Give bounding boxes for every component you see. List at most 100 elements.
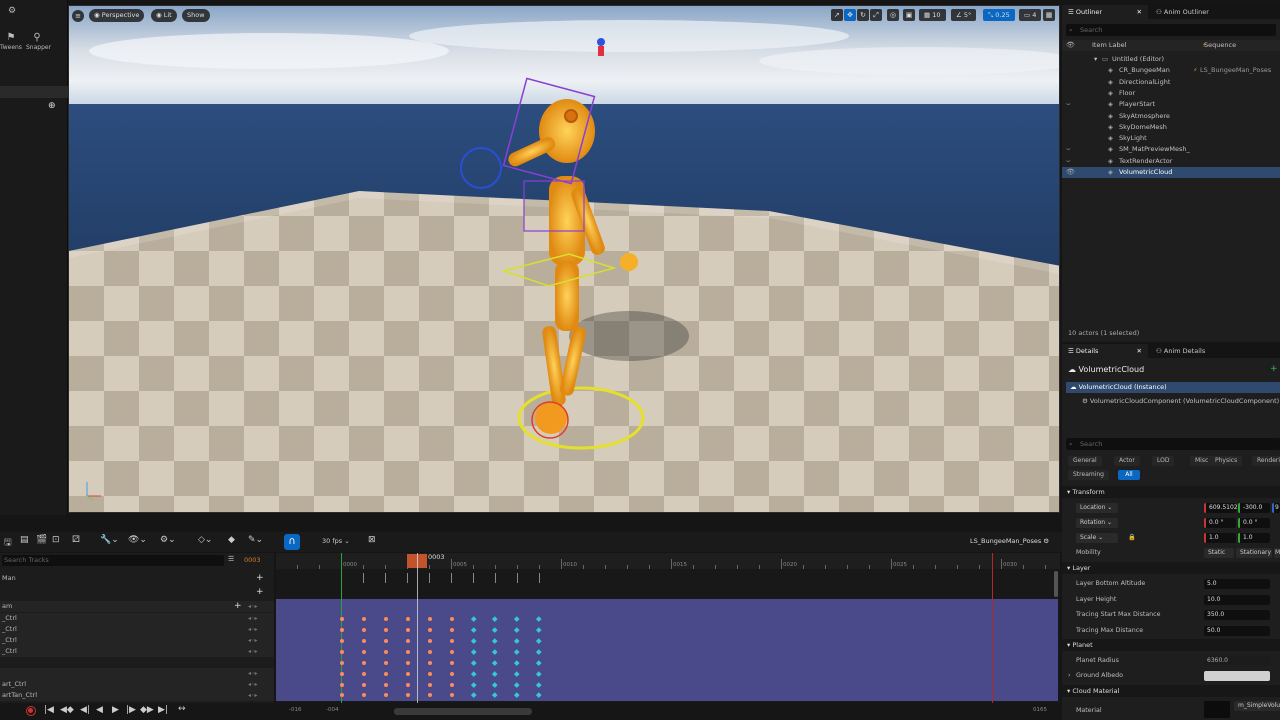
- track-row[interactable]: ◂◦▸: [0, 668, 274, 679]
- level-viewport[interactable]: ≡ ◉ Perspective ◉ Lit Show ➚ ✥ ↻ ⤢ ◎ ▣ ▦…: [68, 5, 1060, 513]
- key-nav-icon[interactable]: ◂◦▸: [248, 601, 258, 612]
- track-row[interactable]: am + ◂◦▸: [0, 601, 274, 612]
- outliner-row[interactable]: ◈ Floor: [1062, 88, 1280, 99]
- keyframe[interactable]: [406, 617, 410, 621]
- render-movie-icon[interactable]: 🎬: [36, 535, 47, 545]
- track-row[interactable]: art_Ctrl ◂◦▸: [0, 679, 274, 690]
- mobility-movable[interactable]: M: [1274, 548, 1280, 558]
- outliner-row[interactable]: ◈ DirectionalLight: [1062, 77, 1280, 88]
- keyframe[interactable]: [362, 672, 366, 676]
- next-frame-icon[interactable]: |▶: [126, 705, 136, 715]
- keyframe[interactable]: [536, 627, 542, 633]
- keyframe[interactable]: [428, 683, 432, 687]
- show-button[interactable]: Show: [182, 9, 210, 22]
- keyframe[interactable]: [492, 692, 498, 698]
- keyframe[interactable]: [428, 628, 432, 632]
- scale-tool-icon[interactable]: ⤢: [870, 9, 882, 21]
- filter-icon[interactable]: ☰: [228, 555, 234, 563]
- keyframe[interactable]: [406, 661, 410, 665]
- keyframe[interactable]: [428, 661, 432, 665]
- timeline-area[interactable]: 0000 0005 0010 0015 0020 0025 0030 0003: [276, 553, 1060, 703]
- curve-editor-icon[interactable]: ⊠: [368, 535, 376, 545]
- rotation-snap-button[interactable]: ∠ 5°: [951, 9, 977, 21]
- fps-dropdown[interactable]: 30 fps ⌄: [322, 537, 350, 545]
- keyframe[interactable]: [384, 661, 388, 665]
- ground-albedo-swatch[interactable]: [1204, 671, 1270, 681]
- tweens-mode-button[interactable]: ⚑ Tweens: [0, 33, 22, 52]
- keyframe[interactable]: [536, 671, 542, 677]
- visibility-icon[interactable]: ⌣: [1066, 144, 1071, 155]
- keyframe[interactable]: [536, 649, 542, 655]
- instance-row[interactable]: ☁ VolumetricCloud (Instance): [1066, 382, 1280, 393]
- planet-radius-field[interactable]: 6360.0: [1204, 656, 1270, 666]
- outliner-row[interactable]: ⌣ ◈ PlayerStart: [1062, 99, 1280, 110]
- outliner-row[interactable]: ◈ CR_BungeeMan LS_BungeeMan_Poses ⚡: [1062, 65, 1280, 76]
- keyframe[interactable]: [450, 672, 454, 676]
- keyframe[interactable]: [514, 649, 520, 655]
- keyframe[interactable]: [384, 683, 388, 687]
- keyframe[interactable]: [428, 639, 432, 643]
- tab-details[interactable]: ☰ Details ✕: [1062, 344, 1148, 358]
- track-row[interactable]: Man +: [0, 573, 274, 584]
- jump-end-icon[interactable]: ▶|: [158, 705, 168, 715]
- lit-button[interactable]: ◉ Lit: [151, 9, 177, 22]
- keyframe[interactable]: [428, 650, 432, 654]
- track-search-input[interactable]: Search Tracks: [2, 555, 224, 566]
- camera-icon[interactable]: ⊡: [52, 535, 60, 545]
- keyframe[interactable]: [362, 628, 366, 632]
- scale-dropdown[interactable]: Scale ⌄: [1076, 533, 1118, 543]
- details-search-input[interactable]: ⌕ Search: [1066, 438, 1280, 450]
- translate-tool-icon[interactable]: ✥: [844, 9, 856, 21]
- close-icon[interactable]: ✕: [1137, 344, 1142, 358]
- camera-speed-button[interactable]: ⤡ 0.25: [983, 9, 1015, 21]
- keyframe[interactable]: [428, 617, 432, 621]
- visibility-icon[interactable]: 👁: [1066, 167, 1075, 178]
- track-row[interactable]: +: [0, 587, 274, 598]
- keyframe[interactable]: [450, 661, 454, 665]
- property-value-field[interactable]: 50.0: [1204, 625, 1270, 636]
- expand-icon[interactable]: ▾: [1094, 54, 1097, 65]
- snap-toggle-button[interactable]: ∩: [284, 534, 300, 550]
- keyframe[interactable]: [406, 639, 410, 643]
- save-icon[interactable]: 🖫: [4, 535, 12, 551]
- column-item-label[interactable]: Item Label: [1092, 40, 1126, 51]
- keyframe[interactable]: [492, 660, 498, 666]
- key-nav-icon[interactable]: ◂◦▸: [248, 668, 258, 679]
- rotation-dropdown[interactable]: Rotation ⌄: [1076, 518, 1118, 528]
- keyframe[interactable]: [471, 649, 477, 655]
- location-z-field[interactable]: 9: [1272, 503, 1280, 513]
- add-track-icon[interactable]: +: [256, 587, 264, 598]
- keyframe[interactable]: [340, 693, 344, 697]
- rotation-x-field[interactable]: 0.0 °: [1204, 518, 1236, 528]
- sequence-name[interactable]: LS_BungeeMan_Poses ⚙: [970, 537, 1049, 545]
- mobility-stationary[interactable]: Stationary: [1236, 548, 1272, 558]
- keyframe[interactable]: [362, 650, 366, 654]
- track-row[interactable]: _Ctrl ◂◦▸: [0, 613, 274, 624]
- jump-start-icon[interactable]: |◀: [44, 705, 54, 715]
- keyframe[interactable]: [514, 671, 520, 677]
- close-icon[interactable]: ✕: [1137, 5, 1142, 19]
- filter-pill[interactable]: Physics: [1210, 456, 1243, 466]
- keyframe[interactable]: [536, 616, 542, 622]
- keyframe[interactable]: [514, 692, 520, 698]
- key-nav-icon[interactable]: ◂◦▸: [248, 646, 258, 657]
- keyframe[interactable]: [340, 650, 344, 654]
- keyframe[interactable]: [450, 693, 454, 697]
- keyframe[interactable]: [514, 682, 520, 688]
- key-interpolation-icon[interactable]: ◇⌄: [198, 535, 212, 545]
- property-value-field[interactable]: 350.0: [1204, 610, 1270, 620]
- keyframe[interactable]: [514, 627, 520, 633]
- keyframe[interactable]: [471, 671, 477, 677]
- mobility-static[interactable]: Static: [1204, 548, 1234, 558]
- track-row[interactable]: _Ctrl ◂◦▸: [0, 646, 274, 657]
- track-row[interactable]: artTan_Ctrl ◂◦▸: [0, 690, 274, 701]
- keyframe[interactable]: [362, 639, 366, 643]
- keyframe[interactable]: [471, 692, 477, 698]
- rotate-tool-icon[interactable]: ↻: [857, 9, 869, 21]
- outliner-row[interactable]: ⌣ ◈ TextRenderActor: [1062, 156, 1280, 167]
- outliner-row[interactable]: ◈ SkyLight: [1062, 133, 1280, 144]
- property-value-field[interactable]: 5.0: [1204, 579, 1270, 589]
- play-reverse-icon[interactable]: ◀: [96, 705, 103, 715]
- key-nav-icon[interactable]: ◂◦▸: [248, 635, 258, 646]
- keyframe[interactable]: [514, 660, 520, 666]
